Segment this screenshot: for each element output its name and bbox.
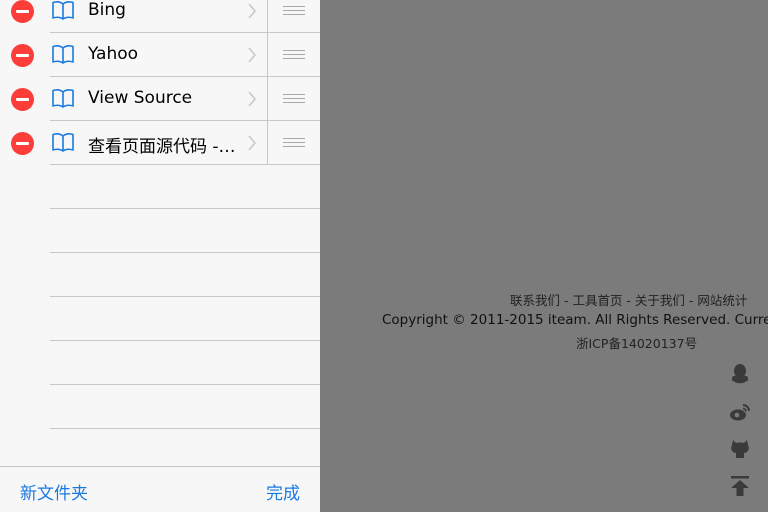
github-icon[interactable] (728, 436, 752, 460)
delete-minus-icon[interactable] (11, 0, 34, 23)
bookmarks-edit-panel: Bing Yahoo View Source 查看页面源代码 - it 新文件夹… (0, 0, 320, 512)
bookmark-row[interactable]: Yahoo (0, 33, 320, 77)
row-divider (267, 0, 268, 33)
back-to-top-icon[interactable] (728, 474, 752, 498)
empty-row-separator (50, 208, 320, 209)
bookmark-title: Bing (88, 0, 126, 20)
delete-minus-icon[interactable] (11, 44, 34, 67)
bottom-toolbar: 新文件夹 完成 (0, 466, 320, 512)
bookmark-row[interactable]: 查看页面源代码 - iteam (0, 121, 320, 165)
bookmark-title: View Source (88, 88, 193, 108)
book-icon (52, 1, 74, 20)
book-icon (52, 45, 74, 64)
reorder-grip-icon[interactable] (283, 138, 305, 148)
book-icon (52, 89, 74, 108)
bookmark-row[interactable]: View Source (0, 77, 320, 121)
done-button[interactable]: 完成 (266, 479, 300, 504)
reorder-grip-icon[interactable] (283, 6, 305, 16)
bookmark-title: 查看页面源代码 - iteam (88, 137, 240, 157)
empty-row-separator (50, 296, 320, 297)
row-divider (267, 33, 268, 77)
delete-minus-icon[interactable] (11, 132, 34, 155)
book-icon (52, 133, 74, 152)
chevron-right-icon[interactable] (247, 91, 257, 107)
qq-icon[interactable] (728, 362, 752, 386)
reorder-grip-icon[interactable] (283, 94, 305, 104)
row-divider (267, 77, 268, 121)
delete-minus-icon[interactable] (11, 88, 34, 111)
reorder-grip-icon[interactable] (283, 50, 305, 60)
row-divider (267, 121, 268, 165)
empty-row-separator (50, 428, 320, 429)
empty-row-separator (50, 384, 320, 385)
copyright-text: Copyright © 2011-2015 iteam. All Rights … (382, 312, 768, 328)
bookmark-title: Yahoo (88, 44, 139, 64)
chevron-right-icon[interactable] (247, 47, 257, 63)
bookmark-row[interactable]: Bing (0, 0, 320, 33)
footer-links: 联系我们 - 工具首页 - 关于我们 - 网站统计 (510, 293, 748, 308)
chevron-right-icon[interactable] (247, 135, 257, 151)
weibo-icon[interactable] (728, 400, 752, 424)
new-folder-button[interactable]: 新文件夹 (20, 479, 88, 504)
chevron-right-icon[interactable] (247, 3, 257, 19)
empty-row-separator (50, 340, 320, 341)
empty-row-separator (50, 252, 320, 253)
dimmed-web-page[interactable]: 联系我们 - 工具首页 - 关于我们 - 网站统计 Copyright © 20… (320, 0, 768, 512)
row-separator (50, 164, 320, 165)
icp-license: 浙ICP备14020137号 (576, 336, 698, 351)
